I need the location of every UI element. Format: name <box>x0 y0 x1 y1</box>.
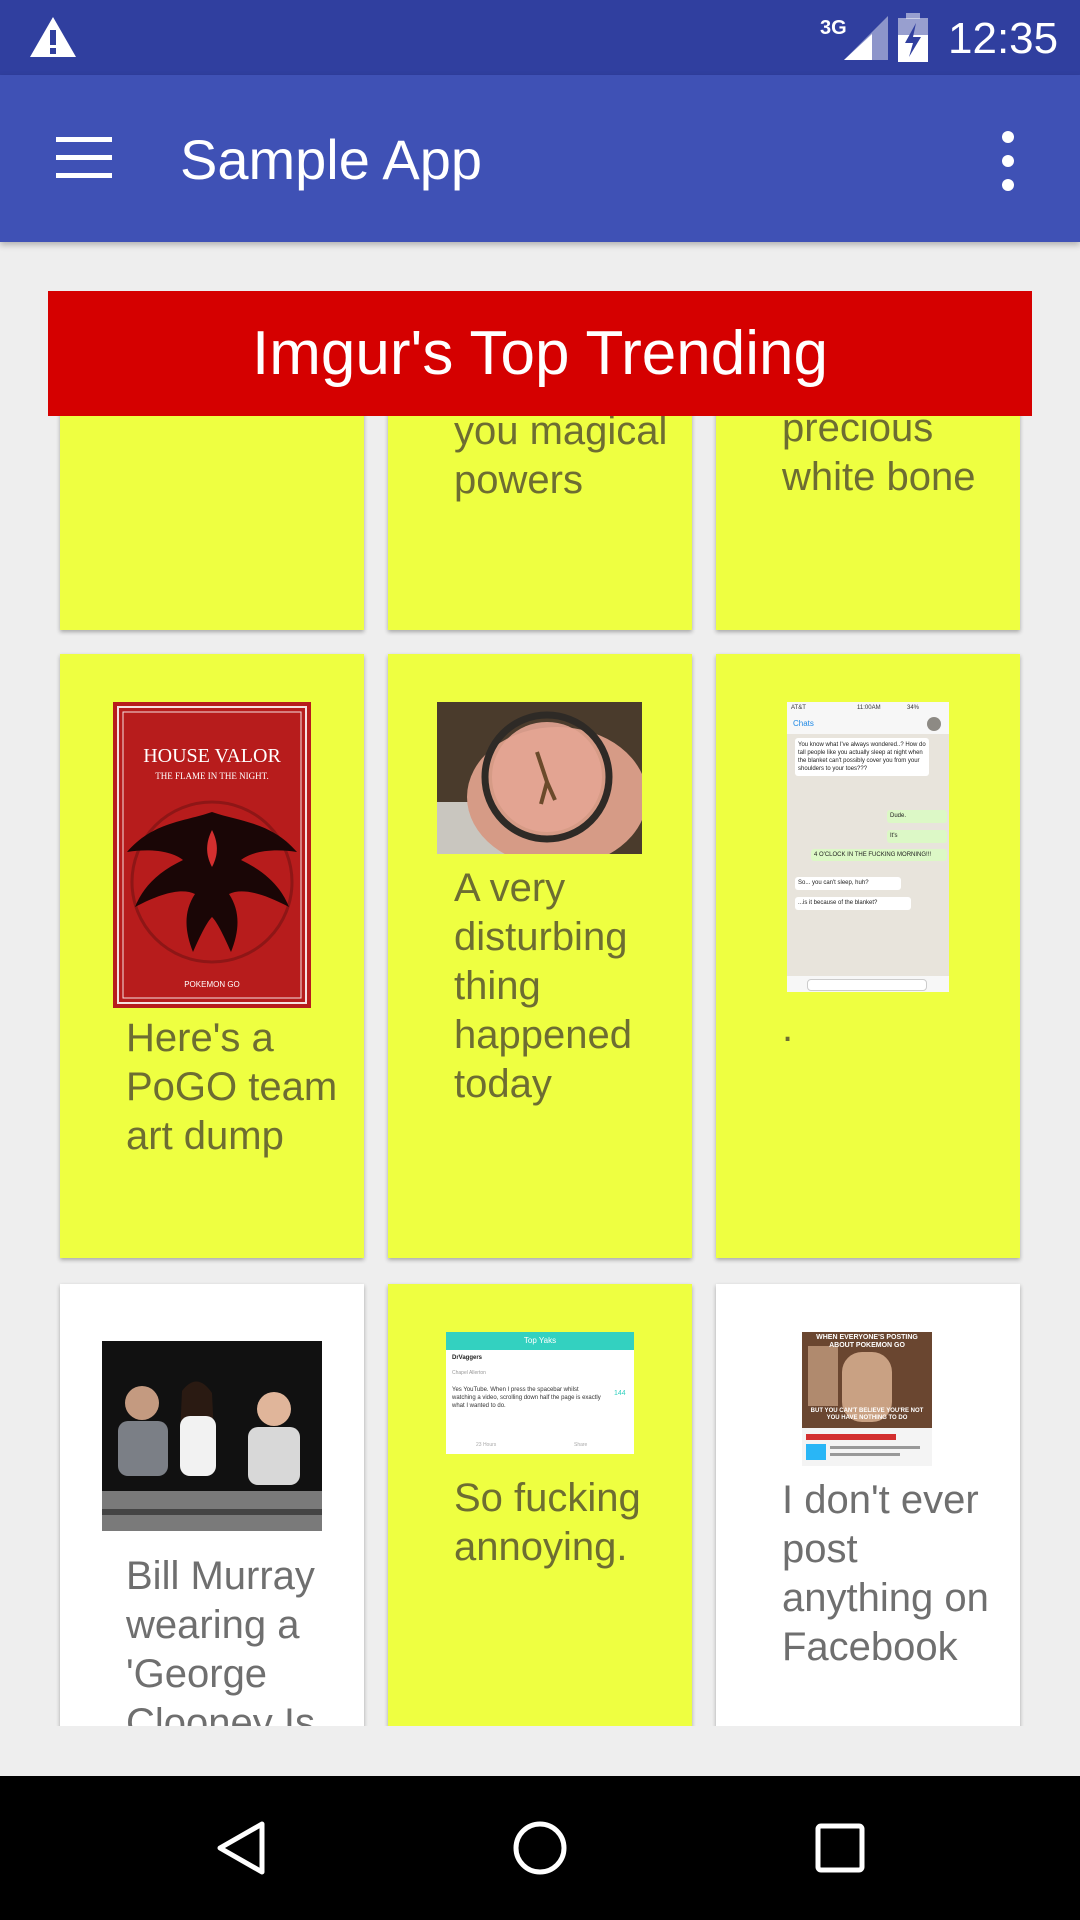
post-card[interactable]: WHEN EVERYONE'S POSTING ABOUT POKEMON GO… <box>716 1284 1020 1726</box>
more-vert-icon[interactable] <box>996 131 1020 191</box>
meme-bottom-text: BUT YOU CAN'T BELIEVE YOU'RE NOT YOU HAV… <box>810 1408 924 1421</box>
network-type-label: 3G <box>820 17 847 39</box>
chat-message: So... you can't sleep, huh? <box>795 877 901 890</box>
battery-icon <box>898 13 928 62</box>
chat-back-link: Chats <box>793 719 814 728</box>
trending-banner: Imgur's Top Trending <box>48 291 1032 416</box>
post-image <box>102 1341 322 1531</box>
status-time: 12:35 <box>948 14 1059 63</box>
yak-header: Top Yaks <box>446 1332 634 1350</box>
post-card[interactable] <box>60 416 364 630</box>
app-title: Sample App <box>180 128 482 191</box>
image-title: HOUSE VALOR <box>143 745 281 767</box>
post-caption: precious white bone <box>782 416 976 499</box>
chat-message: It's <box>887 830 947 843</box>
app-bar: Sample App <box>0 75 1080 242</box>
yak-place: Chapel Allerton <box>452 1370 486 1376</box>
post-card[interactable]: Bill Murray wearing a 'George Clooney Is <box>60 1284 364 1726</box>
image-footer: POKEMON GO <box>184 980 240 989</box>
signal-icon: 3G <box>820 16 888 60</box>
yak-user: DrVaggers <box>452 1355 483 1361</box>
post-card[interactable]: AT&T 11:00AM 34% Chats You know what I'v… <box>716 654 1020 1258</box>
meme-top-text: WHEN EVERYONE'S POSTING ABOUT POKEMON GO <box>816 1334 918 1349</box>
menu-icon[interactable] <box>56 137 112 179</box>
home-icon[interactable] <box>510 1818 570 1878</box>
post-caption: Here's a PoGO team art dump <box>126 1016 338 1158</box>
image-subtitle: THE FLAME IN THE NIGHT. <box>155 771 268 781</box>
content-area: Imgur's Top Trending you magical powers … <box>0 242 1080 1726</box>
post-card[interactable]: precious white bone <box>716 416 1020 630</box>
chat-battery: 34% <box>907 705 920 711</box>
chat-message: 4 O'CLOCK IN THE FUCKING MORNING!!! <box>811 849 947 861</box>
yak-age: 23 Hours <box>476 1442 497 1448</box>
post-image: WHEN EVERYONE'S POSTING ABOUT POKEMON GO… <box>802 1332 932 1466</box>
chat-message: You know what I've always wondered..? Ho… <box>795 738 929 776</box>
back-icon[interactable] <box>212 1818 272 1878</box>
chat-time: 11:00AM <box>857 705 881 711</box>
post-card[interactable]: Top Yaks DrVaggers Chapel Allerton Yes Y… <box>388 1284 692 1726</box>
post-card[interactable]: HOUSE VALOR THE FLAME IN THE NIGHT. POKE… <box>60 654 364 1258</box>
post-caption: . <box>782 1006 794 1050</box>
yak-share: Share <box>574 1442 588 1448</box>
post-caption: Bill Murray wearing a 'George Clooney Is <box>126 1554 315 1726</box>
post-image: Top Yaks DrVaggers Chapel Allerton Yes Y… <box>446 1332 634 1454</box>
recents-icon[interactable] <box>810 1818 870 1878</box>
post-image: AT&T 11:00AM 34% Chats You know what I'v… <box>787 702 949 992</box>
post-card[interactable]: you magical powers <box>388 416 692 630</box>
post-card[interactable]: A very disturbing thing happened today <box>388 654 692 1258</box>
post-caption: So fucking annoying. <box>454 1476 641 1569</box>
chat-message: Dude. <box>887 810 947 823</box>
avatar <box>927 717 941 731</box>
post-image <box>437 702 642 854</box>
system-nav-bar <box>0 1776 1080 1920</box>
card-grid: you magical powers precious white bone H… <box>0 416 1080 1726</box>
yak-votes: 144 <box>614 1390 626 1397</box>
warning-icon <box>30 17 76 57</box>
chat-message: ...is it because of the blanket? <box>795 897 911 910</box>
yak-body: Yes YouTube. When I press the spacebar w… <box>452 1387 601 1409</box>
post-caption: you magical powers <box>454 416 668 502</box>
status-bar: 3G 12:35 <box>0 0 1080 75</box>
post-caption: A very disturbing thing happened today <box>454 866 632 1106</box>
post-image: HOUSE VALOR THE FLAME IN THE NIGHT. POKE… <box>113 702 311 1008</box>
post-caption: I don't ever post anything on Facebook <box>782 1478 989 1669</box>
chat-carrier: AT&T <box>791 705 806 711</box>
